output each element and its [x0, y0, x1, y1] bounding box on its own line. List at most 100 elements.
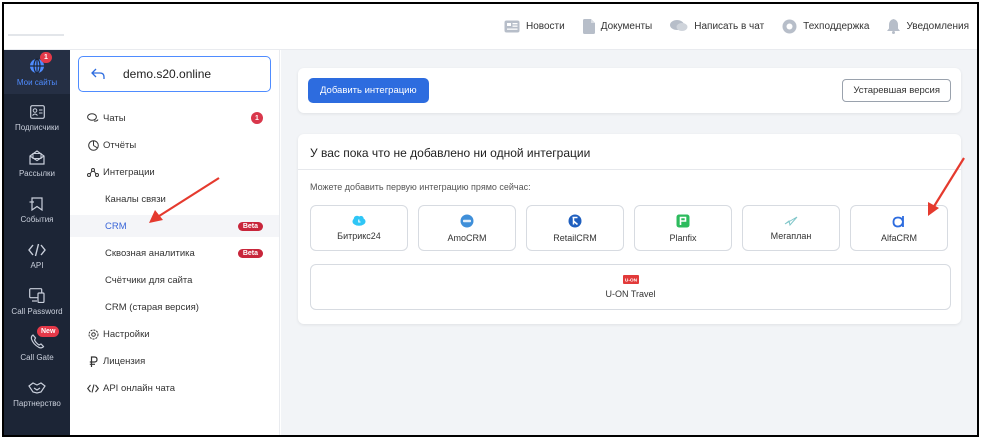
topnav-notifications-label: Уведомления — [906, 20, 969, 32]
empty-state-subtitle: Можете добавить первую интеграцию прямо … — [310, 182, 531, 192]
ruble-icon — [86, 355, 100, 367]
sidebar-item-mailings[interactable]: Рассылки — [4, 142, 70, 186]
top-bar: Новости Документы Написать в чат Техподд… — [4, 4, 977, 50]
topnav-docs[interactable]: Документы — [582, 18, 653, 34]
topnav-support-label: Техподдержка — [803, 20, 870, 32]
topnav-news[interactable]: Новости — [504, 20, 565, 33]
subnav-item-chat-api[interactable]: API онлайн чата — [70, 377, 279, 399]
phone-screen-icon — [29, 288, 45, 303]
code-icon — [86, 383, 100, 393]
empty-state-title: У вас пока что не добавлено ни одной инт… — [310, 146, 591, 160]
code-icon — [28, 243, 46, 256]
integration-amocrm[interactable]: AmoCRM — [418, 205, 516, 251]
sidebar-item-events[interactable]: События — [4, 188, 70, 232]
sidebar-item-label: API — [30, 260, 44, 270]
subnav-item-analytics[interactable]: Сквозная аналитика Beta — [70, 242, 279, 264]
reports-icon — [86, 139, 100, 151]
integration-label: AlfaCRM — [880, 232, 917, 243]
integration-planfix[interactable]: Planfix — [634, 205, 732, 251]
integration-label: U-ON Travel — [605, 289, 656, 299]
subnav-item-label: Сквозная аналитика — [105, 247, 195, 259]
sidebar-item-subscribers[interactable]: Подписчики — [4, 96, 70, 140]
topnav-news-label: Новости — [525, 20, 565, 32]
integration-label: AmoCRM — [447, 232, 487, 243]
subnav-item-label: Счётчики для сайта — [105, 274, 193, 286]
subnav-item-license[interactable]: Лицензия — [70, 350, 279, 372]
handshake-icon — [28, 381, 46, 394]
news-icon — [504, 20, 520, 32]
subnav-item-crm[interactable]: CRM Beta — [70, 215, 279, 237]
integration-alfacrm[interactable]: AlfaCRM — [850, 205, 948, 251]
subnav-item-label: CRM — [105, 220, 127, 232]
subnav-item-counters[interactable]: Счётчики для сайта — [70, 269, 279, 291]
mail-icon — [29, 150, 45, 165]
call-gate-new-badge: New — [37, 326, 60, 337]
integration-megaplan[interactable]: Мегаплан — [742, 205, 840, 251]
uon-logo-text: U-ON — [624, 278, 637, 284]
site-sidebar: demo.s20.online Чаты 1 Отчёты Интеграции… — [70, 50, 280, 435]
chats-count-badge: 1 — [251, 112, 263, 124]
sidebar-item-api[interactable]: API — [4, 234, 70, 278]
site-name: demo.s20.online — [123, 67, 212, 81]
integration-bitrix24[interactable]: Битрикс24 — [310, 205, 408, 251]
bookmark-icon — [29, 196, 43, 211]
my-sites-badge: 1 — [40, 52, 52, 63]
topnav-chat-label: Написать в чат — [694, 20, 765, 32]
sidebar-item-label: Call Gate — [20, 353, 54, 362]
subnav-item-reports[interactable]: Отчёты — [70, 134, 279, 156]
subnav-item-label: Каналы связи — [105, 193, 166, 205]
sidebar-item-label: Call Password — [11, 307, 63, 316]
retailcrm-icon — [568, 214, 582, 227]
beta-badge: Beta — [237, 221, 263, 231]
topnav-docs-label: Документы — [600, 20, 653, 32]
integration-retailcrm[interactable]: RetailCRM — [526, 205, 624, 251]
actions-card: Добавить интеграцию Устаревшая версия — [298, 68, 961, 113]
sidebar-item-partnership[interactable]: Партнерство — [4, 372, 70, 416]
support-icon — [782, 19, 797, 33]
beta-badge: Beta — [237, 248, 263, 258]
subnav-item-label: Настройки — [103, 328, 150, 340]
subnav-item-crm-old[interactable]: CRM (старая версия) — [70, 296, 279, 318]
uon-icon: U-ON — [622, 275, 639, 284]
sidebar-item-call-gate[interactable]: New Call Gate — [4, 326, 70, 370]
sidebar-item-call-password[interactable]: Call Password — [4, 280, 70, 324]
main-content: Добавить интеграцию Устаревшая версия У … — [281, 50, 977, 435]
document-icon — [582, 18, 595, 34]
integration-label: Битрикс24 — [337, 231, 381, 241]
sidebar-item-label: Подписчики — [14, 122, 59, 132]
integrations-icon — [86, 167, 100, 178]
integrations-card: У вас пока что не добавлено ни одной инт… — [298, 134, 961, 324]
integration-label: Planfix — [669, 232, 697, 243]
subnav-item-settings[interactable]: Настройки — [70, 323, 279, 345]
bell-icon — [887, 18, 901, 34]
subnav-item-label: Отчёты — [103, 139, 137, 151]
back-arrow-icon — [91, 68, 105, 79]
app-window: Новости Документы Написать в чат Техподд… — [2, 2, 979, 437]
integration-uon-travel[interactable]: U-ON U-ON Travel — [310, 264, 951, 310]
bitrix24-icon — [352, 215, 366, 226]
subnav-item-channels[interactable]: Каналы связи — [70, 188, 279, 210]
subnav-item-label: Чаты — [103, 112, 126, 124]
megaplan-icon — [784, 216, 798, 226]
sidebar-item-label: Мои сайты — [16, 77, 58, 87]
subnav-item-chats[interactable]: Чаты 1 — [70, 107, 279, 129]
site-selector[interactable]: demo.s20.online — [78, 56, 271, 92]
subnav-item-label: Интеграции — [103, 166, 155, 178]
sidebar-item-label: Партнерство — [13, 398, 61, 408]
sidebar-item-my-sites[interactable]: 1 Мои сайты — [4, 50, 70, 94]
old-version-button[interactable]: Устаревшая версия — [842, 79, 951, 102]
amocrm-icon — [460, 214, 474, 227]
alfacrm-icon — [892, 215, 904, 227]
add-integration-button[interactable]: Добавить интеграцию — [308, 78, 429, 103]
subnav-item-label: Лицензия — [103, 355, 146, 367]
chats-icon — [86, 113, 100, 123]
divider — [298, 169, 961, 170]
main-sidebar: 1 Мои сайты Подписчики Рассылки События … — [4, 50, 70, 435]
topnav-support[interactable]: Техподдержка — [782, 19, 869, 34]
topnav-chat[interactable]: Написать в чат — [670, 19, 764, 33]
subnav-item-label: CRM (старая версия) — [105, 301, 199, 313]
topnav-notifications[interactable]: Уведомления — [887, 18, 969, 34]
contacts-icon — [29, 104, 45, 119]
subnav-item-integrations[interactable]: Интеграции — [70, 161, 279, 183]
logo[interactable] — [8, 20, 68, 42]
